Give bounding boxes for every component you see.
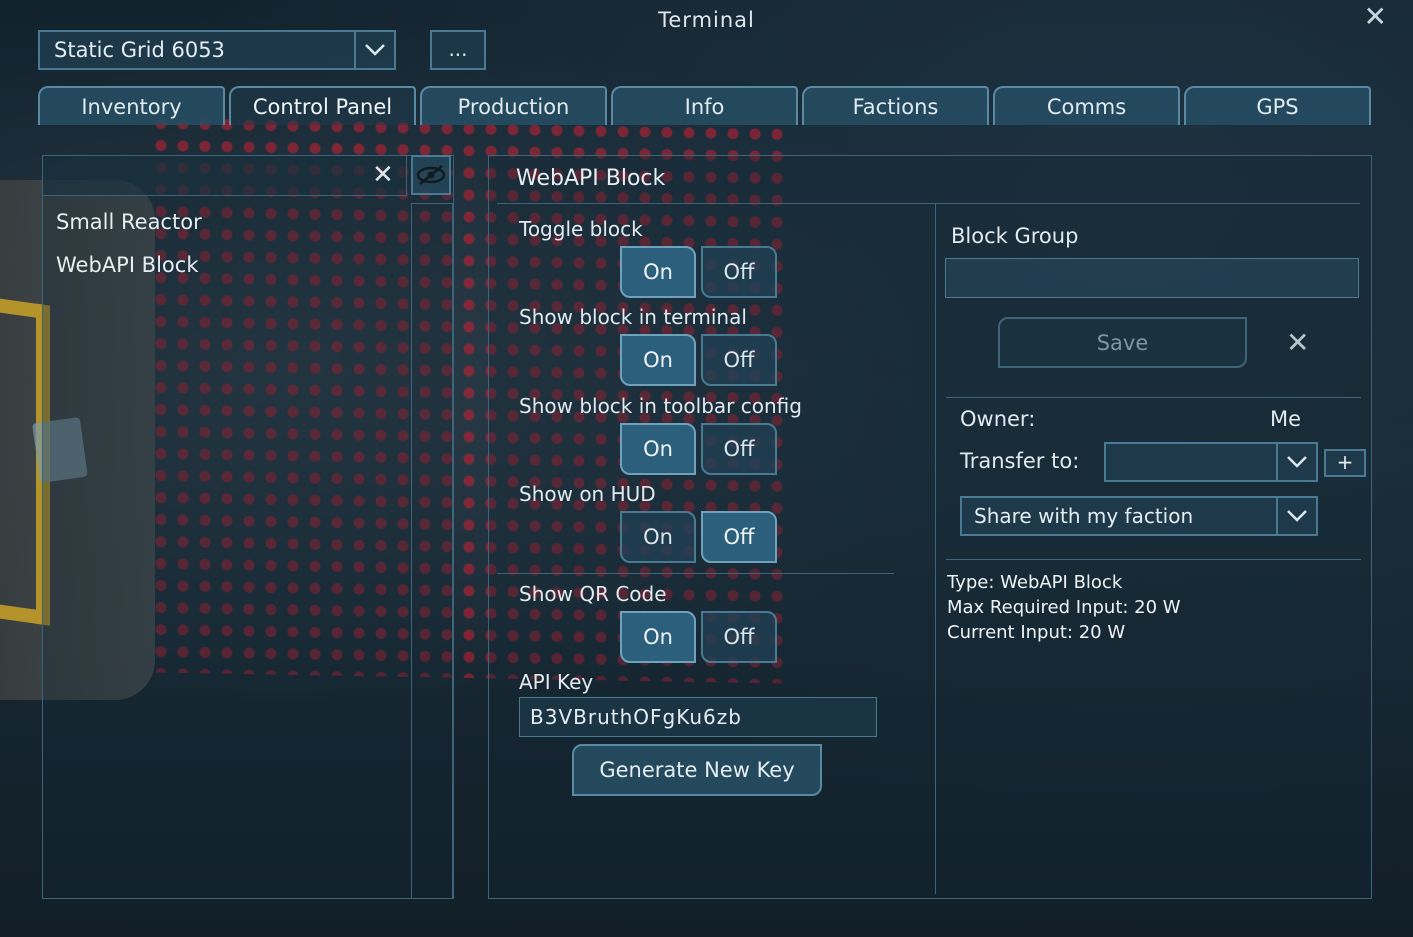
- close-icon[interactable]: ✕: [1364, 0, 1387, 33]
- max-input-text: Max Required Input: 20 W: [947, 597, 1181, 618]
- window-title: Terminal: [658, 8, 755, 32]
- show-on-hud-switch: On Off: [620, 511, 777, 563]
- toggle-block-label: Toggle block: [519, 217, 643, 241]
- chevron-down-icon[interactable]: [1276, 498, 1316, 534]
- divider: [946, 559, 1361, 560]
- grid-selector[interactable]: Static Grid 6053: [38, 30, 396, 70]
- visibility-toggle-button[interactable]: [411, 155, 451, 195]
- transfer-dropdown[interactable]: [1104, 442, 1318, 482]
- on-button[interactable]: On: [620, 423, 696, 475]
- show-qr-switch: On Off: [620, 611, 777, 663]
- off-button[interactable]: Off: [701, 511, 777, 563]
- on-button[interactable]: On: [620, 511, 696, 563]
- tab-comms[interactable]: Comms: [993, 86, 1180, 125]
- divider: [946, 397, 1361, 398]
- owner-label: Owner:: [960, 407, 1036, 431]
- clear-search-icon[interactable]: ✕: [372, 160, 394, 190]
- owner-value: Me: [1270, 407, 1302, 431]
- block-info: Type: WebAPI Block Max Required Input: 2…: [947, 572, 1181, 647]
- chevron-down-icon[interactable]: [354, 32, 394, 68]
- show-in-toolbar-switch: On Off: [620, 423, 777, 475]
- block-group-label: Block Group: [951, 224, 1079, 248]
- block-title: WebAPI Block: [516, 166, 666, 191]
- cancel-icon[interactable]: ✕: [1286, 326, 1309, 359]
- api-key-label: API Key: [519, 670, 594, 694]
- on-button[interactable]: On: [620, 611, 696, 663]
- toggle-block-switch: On Off: [620, 246, 777, 298]
- off-button[interactable]: Off: [701, 334, 777, 386]
- off-button[interactable]: Off: [701, 611, 777, 663]
- show-in-terminal-switch: On Off: [620, 334, 777, 386]
- eye-icon: [416, 165, 446, 185]
- tab-inventory[interactable]: Inventory: [38, 86, 225, 125]
- tab-gps[interactable]: GPS: [1184, 86, 1371, 125]
- save-button[interactable]: Save: [998, 317, 1247, 368]
- generate-new-key-button[interactable]: Generate New Key: [572, 744, 822, 796]
- divider: [935, 204, 936, 894]
- grid-selector-value: Static Grid 6053: [54, 38, 225, 62]
- current-input-text: Current Input: 20 W: [947, 622, 1126, 643]
- block-search-input[interactable]: [42, 155, 407, 196]
- list-item[interactable]: Small Reactor: [56, 210, 202, 253]
- on-button[interactable]: On: [620, 246, 696, 298]
- share-dropdown[interactable]: Share with my faction: [960, 496, 1318, 536]
- add-button[interactable]: +: [1324, 449, 1366, 477]
- tab-info[interactable]: Info: [611, 86, 798, 125]
- block-group-input[interactable]: [945, 258, 1359, 298]
- transfer-label: Transfer to:: [960, 449, 1080, 473]
- divider: [497, 203, 1360, 204]
- tab-control-panel[interactable]: Control Panel: [229, 86, 416, 125]
- on-button[interactable]: On: [620, 334, 696, 386]
- api-key-field[interactable]: B3VBruthOFgKu6zb: [519, 697, 877, 737]
- block-list: Small Reactor WebAPI Block: [56, 210, 202, 296]
- tab-bar: Inventory Control Panel Production Info …: [38, 86, 1371, 125]
- more-options-button[interactable]: ...: [430, 30, 486, 70]
- share-dropdown-value: Share with my faction: [974, 504, 1194, 528]
- show-on-hud-label: Show on HUD: [519, 482, 656, 506]
- show-in-toolbar-label: Show block in toolbar config: [519, 394, 802, 418]
- tab-production[interactable]: Production: [420, 86, 607, 125]
- off-button[interactable]: Off: [701, 246, 777, 298]
- divider: [497, 573, 894, 574]
- tab-factions[interactable]: Factions: [802, 86, 989, 125]
- list-item[interactable]: WebAPI Block: [56, 253, 202, 296]
- block-list-scrollbar[interactable]: [411, 203, 453, 899]
- show-qr-label: Show QR Code: [519, 582, 667, 606]
- chevron-down-icon[interactable]: [1276, 444, 1316, 480]
- show-in-terminal-label: Show block in terminal: [519, 305, 747, 329]
- block-type-text: Type: WebAPI Block: [947, 572, 1123, 593]
- off-button[interactable]: Off: [701, 423, 777, 475]
